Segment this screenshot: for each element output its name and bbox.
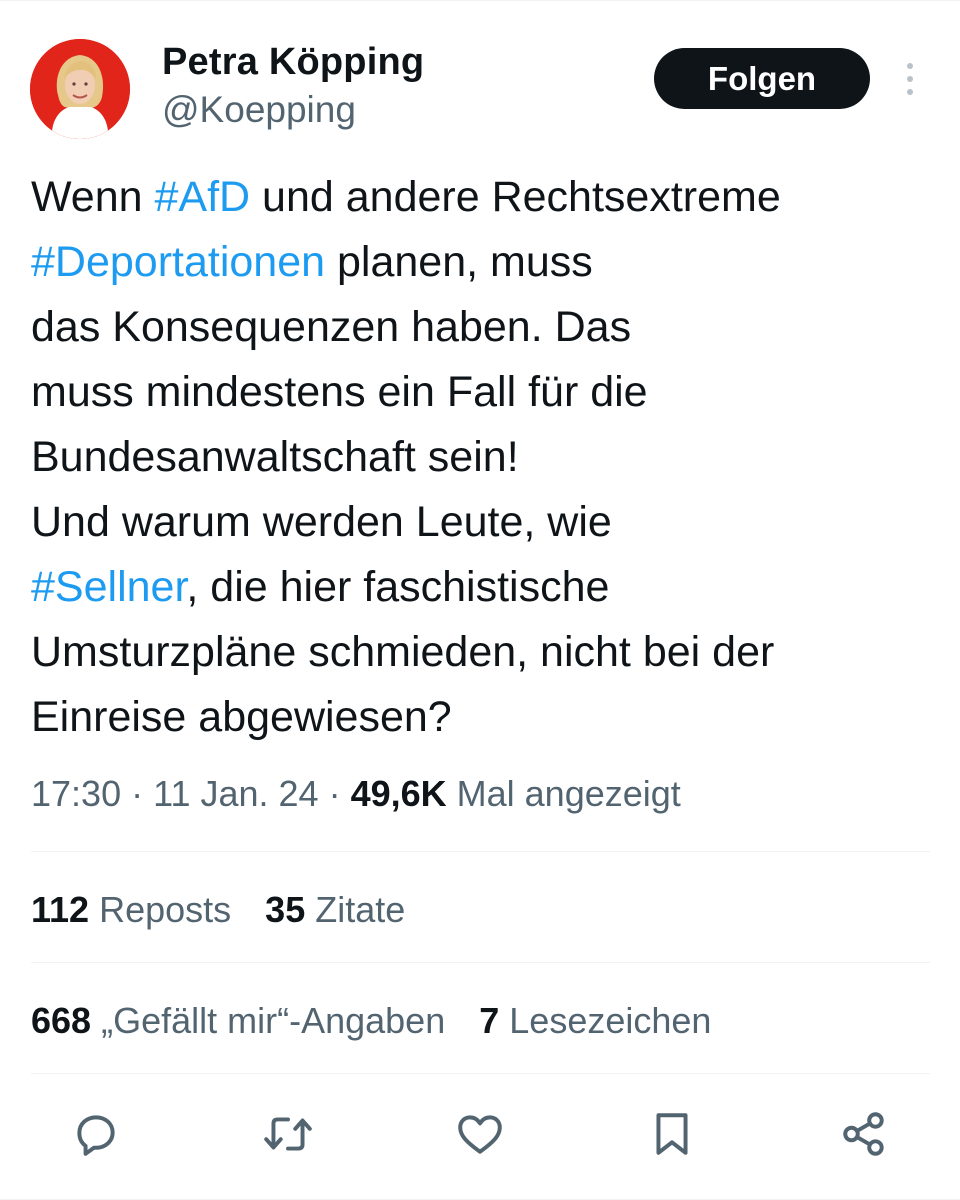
author-name[interactable]: Petra Köpping	[162, 41, 424, 84]
avatar[interactable]	[30, 39, 130, 139]
bookmarks-label: Lesezeichen	[509, 1000, 712, 1041]
tweet-text-line: das Konsequenzen haben. Das	[31, 295, 941, 360]
tweet-text-segment: , die hier faschistische	[186, 563, 610, 611]
tweet-text-segment: Umsturzpläne schmieden, nicht bei der	[31, 628, 775, 676]
tweet-text-segment: das Konsequenzen haben. Das	[31, 303, 632, 351]
like-icon[interactable]	[452, 1106, 508, 1162]
tweet-text-line: Bundesanwaltschaft sein!	[31, 425, 941, 490]
repost-icon[interactable]	[260, 1106, 316, 1162]
author-handle[interactable]: @Koepping	[162, 89, 356, 131]
meta-separator: ·	[318, 773, 351, 814]
stats-row-likes: 668 „Gefällt mir“-Angaben 7 Lesezeichen	[31, 1000, 711, 1042]
hashtag-link[interactable]: #Sellner	[31, 563, 186, 611]
likes-stat[interactable]: 668 „Gefällt mir“-Angaben	[31, 1000, 445, 1042]
tweet-text-line: #Sellner, die hier faschistische	[31, 555, 941, 620]
quotes-stat[interactable]: 35 Zitate	[265, 889, 405, 931]
tweet-card: Petra Köpping @Koepping Folgen Wenn #AfD…	[0, 0, 960, 1200]
tweet-text-segment: Wenn	[31, 173, 155, 221]
avatar-portrait	[30, 39, 130, 139]
tweet-text-line: Einreise abgewiesen?	[31, 685, 941, 750]
reply-icon[interactable]	[68, 1106, 124, 1162]
quotes-label: Zitate	[315, 889, 406, 930]
tweet-text-segment: und andere Rechtsextreme	[250, 173, 781, 221]
quotes-count: 35	[265, 889, 306, 930]
tweet-text-line: Und warum werden Leute, wie	[31, 490, 941, 555]
share-icon[interactable]	[836, 1106, 892, 1162]
reposts-stat[interactable]: 112 Reposts	[31, 889, 231, 931]
likes-label: „Gefällt mir“-Angaben	[101, 1000, 446, 1041]
action-bar	[0, 1106, 960, 1166]
tweet-text-line: muss mindestens ein Fall für die	[31, 360, 941, 425]
bookmarks-stat[interactable]: 7 Lesezeichen	[479, 1000, 711, 1042]
view-count-label: Mal angezeigt	[446, 773, 681, 814]
view-count: 49,6K	[350, 773, 447, 814]
hashtag-link[interactable]: #Deportationen	[31, 238, 325, 286]
divider	[31, 851, 930, 852]
tweet-text-segment: Bundesanwaltschaft sein!	[31, 433, 519, 481]
stats-row-reposts: 112 Reposts 35 Zitate	[31, 889, 405, 931]
tweet-text-segment: Und warum werden Leute, wie	[31, 498, 612, 546]
tweet-text-segment: muss mindestens ein Fall für die	[31, 368, 648, 416]
reposts-count: 112	[31, 889, 90, 930]
tweet-date[interactable]: 11 Jan. 24	[153, 773, 318, 814]
follow-button[interactable]: Folgen	[654, 48, 870, 109]
tweet-time[interactable]: 17:30	[31, 773, 121, 814]
likes-count: 668	[31, 1000, 92, 1041]
tweet-meta: 17:30 · 11 Jan. 24 · 49,6K Mal angezeigt	[31, 773, 681, 815]
tweet-text-line: #Deportationen planen, muss	[31, 230, 941, 295]
tweet-text-segment: planen, muss	[325, 238, 593, 286]
meta-separator: ·	[121, 773, 154, 814]
tweet-text-line: Wenn #AfD und andere Rechtsextreme	[31, 165, 941, 230]
divider	[31, 1073, 930, 1074]
tweet-text: Wenn #AfD und andere Rechtsextreme #Depor…	[31, 165, 941, 750]
bookmark-icon[interactable]	[644, 1106, 700, 1162]
reposts-label: Reposts	[99, 889, 232, 930]
more-options-icon[interactable]	[896, 59, 924, 99]
divider	[31, 962, 930, 963]
hashtag-link[interactable]: #AfD	[155, 173, 251, 221]
tweet-text-line: Umsturzpläne schmieden, nicht bei der	[31, 620, 941, 685]
tweet-text-segment: Einreise abgewiesen?	[31, 693, 452, 741]
bookmarks-count: 7	[479, 1000, 500, 1041]
